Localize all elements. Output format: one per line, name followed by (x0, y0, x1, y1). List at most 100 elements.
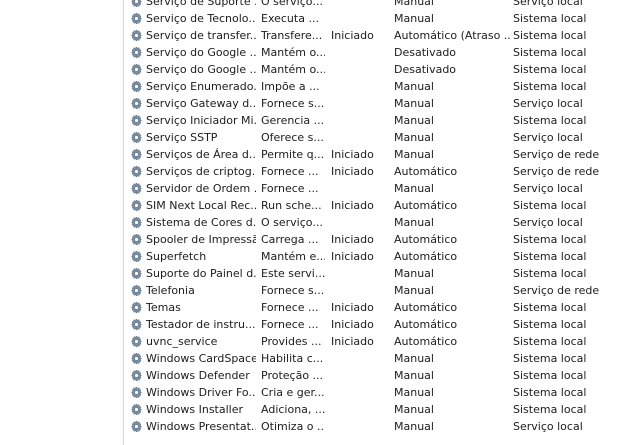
service-row[interactable]: Spooler de Impressão Carrega ... Iniciad… (124, 231, 622, 248)
service-row[interactable]: Serviço Enumerado... Impõe a ... Manual … (124, 78, 622, 95)
service-name: Serviços de criptog... (146, 165, 256, 178)
service-description: Adiciona, ... (261, 403, 325, 416)
gear-icon (131, 420, 142, 433)
service-logon-as: Serviço de rede (513, 165, 600, 178)
service-icon-cell (129, 333, 145, 350)
service-row[interactable]: Serviço de transfer... Transfere... Inic… (124, 27, 622, 44)
service-startup-type: Automático (394, 335, 458, 348)
services-list[interactable]: Serviço de Suporte ... O serviço... Manu… (124, 0, 622, 445)
service-description: Proteção ... (261, 369, 324, 382)
service-row[interactable]: Serviço do Google ... Mantém o... Desati… (124, 44, 622, 61)
service-status (331, 10, 391, 27)
gear-icon (131, 233, 142, 246)
service-icon-cell (129, 316, 145, 333)
service-status (331, 129, 391, 146)
service-status (331, 350, 391, 367)
service-startup-type: Manual (394, 114, 434, 127)
service-logon-as: Sistema local (513, 233, 587, 246)
service-startup-type: Manual (394, 131, 434, 144)
service-row[interactable]: uvnc_service Provides ... Iniciado Autom… (124, 333, 622, 350)
gear-icon (131, 369, 142, 382)
service-row[interactable]: Serviço Iniciador Mi... Gerencia ... Man… (124, 112, 622, 129)
service-row[interactable]: Windows Presentat... Otimiza o ... Manua… (124, 418, 622, 435)
service-description: Cria e ger... (261, 386, 325, 399)
gear-icon (131, 148, 142, 161)
service-status: Iniciado (331, 165, 374, 178)
service-startup-type: Manual (394, 284, 434, 297)
service-icon-cell (129, 197, 145, 214)
gear-icon (131, 165, 142, 178)
service-icon-cell (129, 367, 145, 384)
service-row[interactable]: Serviços de criptog... Fornece ... Inici… (124, 163, 622, 180)
service-row[interactable]: Windows Installer Adiciona, ... Manual S… (124, 401, 622, 418)
service-icon-cell (129, 78, 145, 95)
service-row[interactable]: Superfetch Mantém e... Iniciado Automáti… (124, 248, 622, 265)
gear-icon (131, 12, 142, 25)
service-icon-cell (129, 299, 145, 316)
service-row[interactable]: Telefonia Fornece s... Manual Serviço de… (124, 282, 622, 299)
gear-icon (131, 386, 142, 399)
service-icon-cell (129, 112, 145, 129)
service-row[interactable]: Serviço Gateway d... Fornece s... Manual… (124, 95, 622, 112)
gear-icon (131, 97, 142, 110)
service-name: Serviço Iniciador Mi... (146, 114, 256, 127)
service-name: Spooler de Impressão (146, 233, 256, 246)
service-startup-type: Manual (394, 420, 434, 433)
service-row[interactable]: SIM Next Local Rec... Run sche... Inicia… (124, 197, 622, 214)
gear-icon (131, 352, 142, 365)
service-startup-type: Automático (394, 301, 458, 314)
service-description: O serviço... (261, 0, 323, 8)
service-status (331, 214, 391, 231)
service-row[interactable]: Serviço de Tecnolo... Executa ... Manual… (124, 10, 622, 27)
gear-icon (131, 335, 142, 348)
service-logon-as: Sistema local (513, 369, 587, 382)
gear-icon (131, 80, 142, 93)
service-logon-as: Sistema local (513, 352, 587, 365)
service-row[interactable]: Temas Fornece ... Iniciado Automático Si… (124, 299, 622, 316)
service-logon-as: Sistema local (513, 80, 587, 93)
service-logon-as: Sistema local (513, 386, 587, 399)
service-row[interactable]: Windows Defender Proteção ... Manual Sis… (124, 367, 622, 384)
service-row[interactable]: Suporte do Painel d... Este servi... Man… (124, 265, 622, 282)
service-logon-as: Sistema local (513, 335, 587, 348)
service-name: Servidor de Ordem ... (146, 182, 256, 195)
service-description: Mantém o... (261, 46, 325, 59)
service-row[interactable]: Sistema de Cores d... O serviço... Manua… (124, 214, 622, 231)
service-status (331, 180, 391, 197)
service-status (331, 112, 391, 129)
service-icon-cell (129, 27, 145, 44)
service-name: Telefonia (146, 284, 195, 297)
service-name: Serviço de Tecnolo... (146, 12, 256, 25)
service-startup-type: Automático (Atraso ... (394, 29, 511, 42)
service-startup-type: Manual (394, 386, 434, 399)
service-logon-as: Serviço local (513, 182, 583, 195)
service-row[interactable]: Serviço de Suporte ... O serviço... Manu… (124, 0, 622, 10)
service-row[interactable]: Serviços de Área d... Permite q... Inici… (124, 146, 622, 163)
gear-icon (131, 250, 142, 263)
gear-icon (131, 267, 142, 280)
gear-icon (131, 301, 142, 314)
service-row[interactable]: Serviço do Google ... Mantém o... Desati… (124, 61, 622, 78)
service-row[interactable]: Servidor de Ordem ... Fornece ... Manual… (124, 180, 622, 197)
service-status: Iniciado (331, 335, 374, 348)
service-startup-type: Manual (394, 80, 434, 93)
service-name: Windows Defender (146, 369, 250, 382)
service-status: Iniciado (331, 199, 374, 212)
service-status (331, 265, 391, 282)
service-startup-type: Manual (394, 403, 434, 416)
service-startup-type: Manual (394, 352, 434, 365)
service-description: Fornece ... (261, 182, 319, 195)
service-description: O serviço... (261, 216, 323, 229)
service-status (331, 418, 391, 435)
service-description: Fornece ... (261, 318, 319, 331)
service-row[interactable]: Windows Driver Fo... Cria e ger... Manua… (124, 384, 622, 401)
service-row[interactable]: Testador de instru... Fornece ... Inicia… (124, 316, 622, 333)
service-status (331, 61, 391, 78)
service-row[interactable]: Serviço SSTP Oferece s... Manual Serviço… (124, 129, 622, 146)
service-status (331, 282, 391, 299)
service-row[interactable]: Windows CardSpace Habilita c... Manual S… (124, 350, 622, 367)
service-description: Permite q... (261, 148, 325, 161)
gear-icon (131, 216, 142, 229)
service-description: Mantém e... (261, 250, 325, 263)
service-logon-as: Sistema local (513, 63, 587, 76)
